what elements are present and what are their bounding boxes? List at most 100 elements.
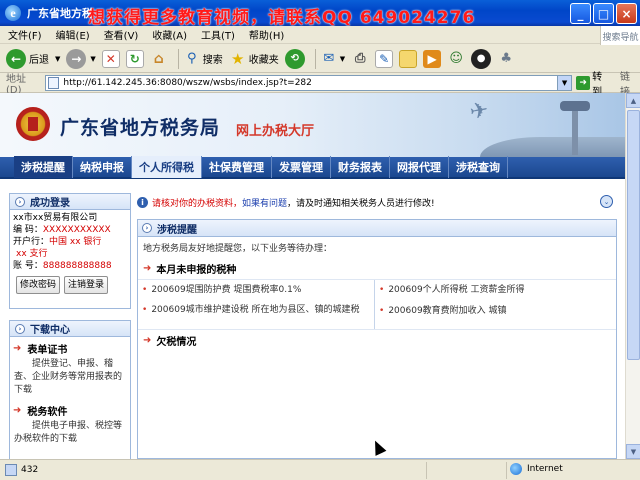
download-item-desc: 提供登记、申报、稽查、企业财务等常用报表的下载 (14, 359, 123, 395)
ie-logo-icon: e (5, 5, 21, 21)
download-item-forms[interactable]: ➜ 表单证书 (13, 341, 130, 356)
nav-financial-report[interactable]: 财务报表 (331, 156, 390, 178)
task-item[interactable]: • 200609个人所得税 工资薪金所得 (379, 284, 606, 297)
stop-button[interactable]: ✕ (101, 49, 120, 68)
scroll-down-icon[interactable]: ▼ (626, 444, 640, 459)
vertical-scrollbar[interactable]: ▲ ▼ (625, 93, 640, 459)
home-icon: ⌂ (153, 50, 164, 67)
minimize-button[interactable]: _ (570, 3, 591, 24)
address-url: http://61.142.245.36:8080/wszw/wsbs/inde… (63, 78, 312, 88)
change-password-button[interactable]: 修改密码 (16, 276, 61, 294)
section-unpaid-tax: ➜ 本月未申报的税种 (138, 258, 616, 279)
status-text: 432 (21, 465, 39, 475)
status-divider (426, 461, 427, 479)
info-icon: i (137, 196, 148, 208)
refresh-button[interactable]: ↻ (125, 49, 144, 68)
task-item[interactable]: • 200609堤围防护费 堤围费税率0.1% (142, 284, 370, 297)
address-input[interactable]: http://61.142.245.36:8080/wszw/wsbs/inde… (45, 75, 573, 91)
chevron-down-icon: ▼ (55, 54, 61, 63)
title-bar: e 广东省地方税 想获得更多教育视频，请联系QQ 649024276 _ □ × (0, 0, 640, 28)
history-button[interactable]: ⟲ (284, 48, 305, 69)
download-panel-header: › 下载中心 (10, 321, 130, 337)
task-text: 200609堤围防护费 堤围费税率0.1% (151, 285, 302, 295)
nav-tax-query[interactable]: 涉税查询 (449, 156, 508, 178)
circle-arrow-icon: › (15, 196, 25, 207)
circle-arrow-icon: › (142, 223, 152, 233)
section-arrears: ➜ 欠税情况 (138, 329, 616, 351)
stop-icon: ✕ (101, 49, 120, 68)
red-arrow-icon: ➜ (143, 335, 152, 346)
mail-button[interactable]: ✉ ▼ (320, 50, 345, 68)
home-button[interactable]: ⌂ (150, 50, 168, 68)
edit-button[interactable]: ✎ (375, 49, 394, 68)
window-title: 广东省地方税 (27, 7, 93, 20)
menu-file[interactable]: 文件(F) (0, 27, 48, 42)
back-button[interactable]: ← 后退 ▼ (6, 48, 61, 69)
site-banner: 广东省地方税务局 网上办税大厅 ✈ (0, 93, 625, 157)
toolbar: ← 后退 ▼ → ▼ ✕ ↻ ⌂ ⚲ 搜索 ★ 收藏夹 ⟲ ✉ ▼ ⎙ ✎ ▶ (0, 45, 640, 73)
media-button[interactable]: ▶ (423, 49, 442, 68)
qq-button[interactable]: ● (471, 48, 492, 69)
menu-edit[interactable]: 编辑(E) (48, 27, 96, 42)
messenger-button[interactable]: ☺ (447, 50, 465, 68)
nav-invoice[interactable]: 发票管理 (272, 156, 331, 178)
zone-label: Internet (527, 464, 563, 474)
globe-icon (510, 463, 522, 475)
forward-button[interactable]: → ▼ (66, 48, 96, 69)
address-dropdown-icon[interactable]: ▼ (557, 76, 572, 90)
menu-tools[interactable]: 工具(T) (193, 27, 241, 42)
close-button[interactable]: × (616, 3, 637, 24)
folder-icon (399, 49, 418, 68)
login-panel-title: 成功登录 (30, 198, 70, 209)
search-button[interactable]: ⚲ 搜索 (183, 50, 223, 68)
page-loading-icon (5, 464, 17, 476)
search-icon: ⚲ (187, 51, 197, 66)
collapse-toggle-icon[interactable]: ⌄ (600, 195, 613, 208)
nav-tax-reminder[interactable]: 涉税提醒 (14, 156, 73, 178)
nav-social-security[interactable]: 社保费管理 (202, 156, 272, 178)
menu-view[interactable]: 查看(V) (96, 27, 145, 42)
menu-help[interactable]: 帮助(H) (241, 27, 290, 42)
task-text: 200609城市维护建设税 所在地为县区、镇的城建税 (151, 305, 360, 315)
scroll-thumb[interactable] (627, 110, 640, 360)
download-item-desc: 提供电子申报、税控等办税软件的下载 (14, 421, 123, 444)
logout-button[interactable]: 注销登录 (64, 276, 109, 294)
task-item[interactable]: • 200609城市维护建设税 所在地为县区、镇的城建税 (142, 304, 370, 317)
task-list: • 200609堤围防护费 堤围费税率0.1% • 200609城市维护建设税 所在… (138, 279, 616, 329)
back-arrow-icon: ← (6, 48, 26, 69)
favorites-button[interactable]: ★ 收藏夹 (229, 50, 279, 68)
page-content: 广东省地方税务局 网上办税大厅 ✈ 涉税提醒 纳税申报 个人所得税 社保费管理 … (0, 93, 625, 459)
media-play-icon: ▶ (423, 49, 442, 68)
task-item[interactable]: • 200609教育费附加收入 城镇 (379, 305, 606, 318)
star-icon: ★ (231, 49, 245, 68)
menu-bar: 文件(F) 编辑(E) 查看(V) 收藏(A) 工具(T) 帮助(H) 搜索导航 (0, 26, 640, 46)
reminder-header: › 涉税提醒 (138, 220, 616, 237)
notice-link[interactable]: 如果有问题 (242, 196, 287, 209)
menu-favorites[interactable]: 收藏(A) (144, 27, 193, 42)
history-icon: ⟲ (284, 48, 305, 69)
messenger-icon: ☺ (449, 51, 463, 66)
page-icon (48, 77, 60, 89)
download-item-software[interactable]: ➜ 税务软件 (13, 403, 130, 418)
bullet-icon: • (142, 305, 148, 315)
reminder-title: 涉税提醒 (157, 224, 197, 236)
plugin-button[interactable]: ♣ (497, 50, 515, 68)
download-item-title: 税务软件 (27, 407, 68, 418)
toolbar-divider (314, 48, 316, 69)
edit-page-icon: ✎ (375, 49, 394, 68)
code-value: XXXXXXXXXXX (42, 225, 111, 235)
nav-personal-income-tax[interactable]: 个人所得税 (132, 156, 202, 178)
printer-icon: ⎙ (354, 51, 366, 66)
nav-tax-filing[interactable]: 纳税申报 (73, 156, 132, 178)
menu-logo: 搜索导航 (600, 26, 640, 46)
control-tower-graphic (560, 101, 590, 155)
print-button[interactable]: ⎙ (351, 50, 369, 68)
scroll-up-icon[interactable]: ▲ (626, 93, 640, 108)
company-name: xx市xx贸易有限公司 (13, 213, 98, 223)
task-column-right: • 200609个人所得税 工资薪金所得 • 200609教育费附加收入 城镇 (374, 280, 610, 329)
chevron-down-icon: ▼ (339, 54, 346, 63)
circle-arrow-icon: › (15, 323, 25, 334)
discuss-button[interactable] (399, 49, 418, 68)
nav-agent[interactable]: 网报代理 (390, 156, 449, 178)
maximize-button[interactable]: □ (593, 3, 614, 24)
